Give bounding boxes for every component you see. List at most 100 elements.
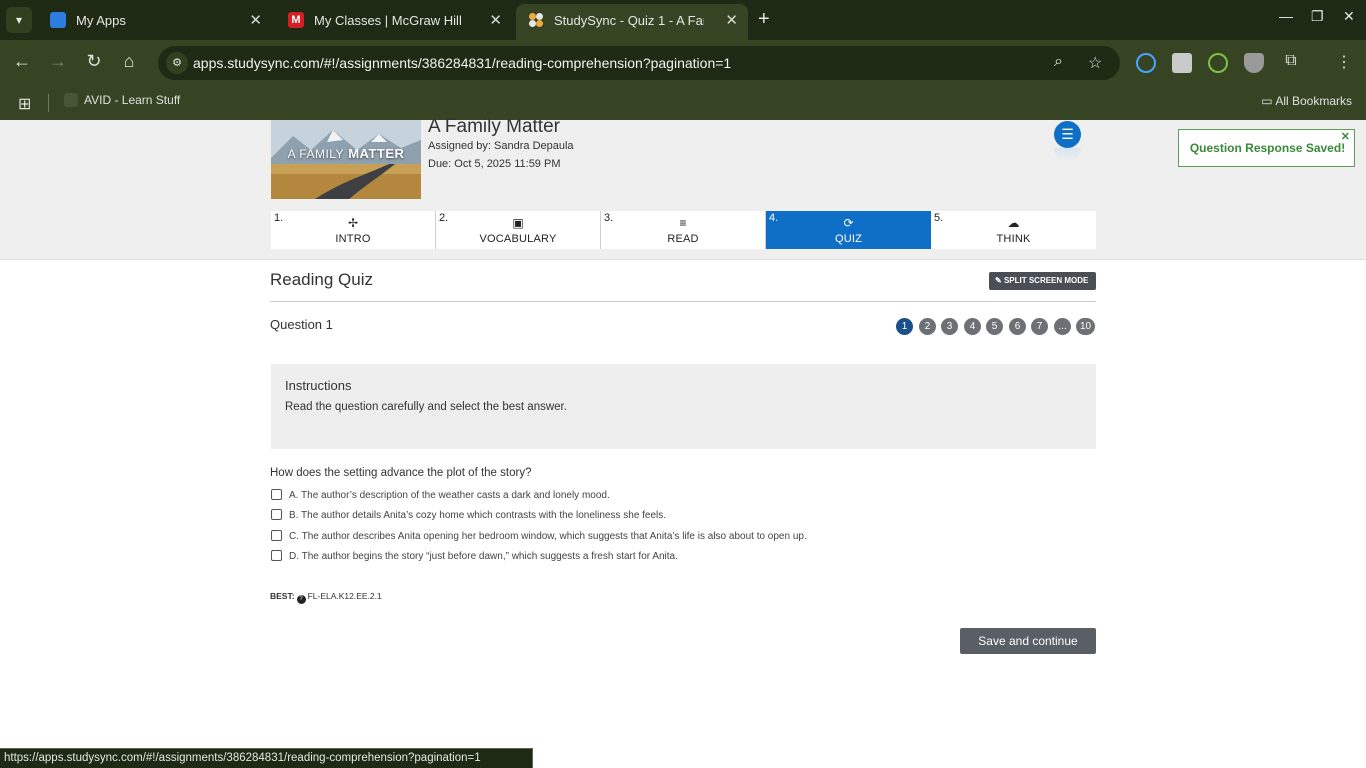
instructions-text: Read the question carefully and select t…	[285, 401, 567, 413]
question-page-2[interactable]: 2	[919, 318, 936, 335]
tab-studysync-quiz[interactable]: StudySync - Quiz 1 - A Family M ✕	[516, 4, 748, 40]
tab-my-apps[interactable]: My Apps ✕	[38, 4, 272, 40]
tab-title: My Classes | McGraw Hill	[314, 13, 462, 28]
browser-nav-bar: ← → ↻ ⌂ ⚙ apps.studysync.com/#!/assignme…	[0, 40, 1366, 86]
checkbox[interactable]	[271, 509, 282, 520]
printer-extension-icon[interactable]	[1172, 53, 1192, 73]
step-think[interactable]: 5. ☁ THINK	[931, 211, 1096, 249]
pencil-icon: ✎	[995, 276, 1004, 285]
step-intro[interactable]: 1. ✢ INTRO	[271, 211, 436, 249]
tab-title: StudySync - Quiz 1 - A Family M	[554, 13, 704, 28]
close-tab-icon[interactable]: ✕	[249, 11, 262, 29]
bookmarks-divider	[48, 94, 49, 112]
assignment-title: A Family Matter	[428, 116, 560, 137]
restore-icon[interactable]: ❐	[1311, 8, 1324, 25]
reload-icon[interactable]: ↻	[82, 51, 106, 72]
address-url[interactable]: apps.studysync.com/#!/assignments/386284…	[193, 55, 731, 71]
close-tab-icon[interactable]: ✕	[489, 11, 502, 29]
bookmark-favicon-icon	[64, 93, 78, 107]
response-saved-toast: Question Response Saved! ✕	[1178, 129, 1355, 167]
question-page-6[interactable]: 6	[1009, 318, 1026, 335]
apps-grid-icon[interactable]: ⊞	[18, 94, 31, 114]
assignment-steps: 1. ✢ INTRO 2. ▣ VOCABULARY 3. ≡ READ 4. …	[271, 211, 1096, 249]
choice-text: C. The author describes Anita opening he…	[289, 531, 807, 542]
question-page-10[interactable]: 10	[1076, 318, 1095, 335]
all-bookmarks[interactable]: ▭ All Bookmarks	[1261, 94, 1352, 108]
vpn-shield-extension-icon[interactable]	[1136, 53, 1156, 73]
bookmark-label: AVID - Learn Stuff	[84, 93, 181, 107]
answer-choice-c[interactable]: C. The author describes Anita opening he…	[271, 530, 807, 546]
address-bar[interactable]: ⚙ apps.studysync.com/#!/assignments/3862…	[158, 46, 1120, 80]
home-icon[interactable]: ⌂	[117, 51, 141, 72]
cover-title: A FAMILY MATTER	[287, 146, 405, 161]
question-page-7[interactable]: 7	[1031, 318, 1048, 335]
vocabulary-book-icon: ▣	[512, 216, 524, 230]
tab-search-chevron-icon[interactable]: ▾	[6, 7, 32, 33]
question-label: Question 1	[270, 317, 333, 332]
bookmark-star-icon[interactable]: ☆	[1088, 53, 1102, 73]
choice-text: B. The author details Anita’s cozy home …	[289, 510, 667, 521]
question-page-3[interactable]: 3	[941, 318, 958, 335]
title-divider	[270, 301, 1096, 302]
question-page-5[interactable]: 5	[986, 318, 1003, 335]
extensions-puzzle-icon[interactable]: ⧉	[1279, 52, 1303, 70]
save-and-continue-button[interactable]: Save and continue	[960, 628, 1096, 654]
split-screen-label: SPLIT SCREEN MODE	[1003, 276, 1089, 285]
lp-extension-icon[interactable]	[1208, 53, 1228, 73]
checkbox[interactable]	[271, 550, 282, 561]
step-read[interactable]: 3. ≡ READ	[601, 211, 766, 249]
question-page-more[interactable]: ...	[1054, 318, 1071, 335]
bookmark-avid[interactable]: AVID - Learn Stuff	[64, 93, 180, 107]
back-icon[interactable]: ←	[10, 51, 34, 72]
choice-text: D. The author begins the story “just bef…	[289, 551, 678, 562]
assigned-by: Assigned by: Sandra Depaula	[428, 140, 574, 152]
checkbox[interactable]	[271, 489, 282, 500]
answer-choice-d[interactable]: D. The author begins the story “just bef…	[271, 550, 678, 566]
new-tab-icon[interactable]: +	[758, 8, 770, 31]
browser-tab-bar: ▾ My Apps ✕ M My Classes | McGraw Hill ✕…	[0, 0, 1366, 40]
step-quiz[interactable]: 4. ⟳ QUIZ	[766, 211, 931, 249]
studysync-favicon-icon	[528, 12, 544, 28]
choice-text: A. The author’s description of the weath…	[289, 490, 610, 501]
step-label: THINK	[996, 233, 1031, 245]
step-vocabulary[interactable]: 2. ▣ VOCABULARY	[436, 211, 601, 249]
instructions-title: Instructions	[285, 378, 352, 393]
answer-choice-a[interactable]: A. The author’s description of the weath…	[271, 489, 610, 505]
question-mark-icon[interactable]: ?	[296, 595, 306, 604]
bookmarks-bar: ⊞ AVID - Learn Stuff ▭ All Bookmarks	[0, 86, 1366, 120]
assignment-menu-icon[interactable]: ☰	[1054, 121, 1081, 148]
forward-icon: →	[49, 51, 67, 71]
all-bookmarks-label: All Bookmarks	[1275, 94, 1352, 108]
zoom-icon[interactable]: ⌕	[1054, 53, 1063, 71]
step-label: QUIZ	[834, 233, 863, 245]
minimize-icon[interactable]: —	[1279, 8, 1293, 24]
step-label: VOCABULARY	[479, 233, 557, 245]
lines-icon: ≡	[679, 216, 687, 230]
shield-extension-icon[interactable]	[1244, 53, 1264, 73]
standard-tag: BEST:? FL-ELA.K12.EE.2.1	[270, 591, 382, 604]
status-bar-url: https://apps.studysync.com/#!/assignment…	[0, 748, 533, 768]
answer-choice-b[interactable]: B. The author details Anita’s cozy home …	[271, 509, 666, 525]
step-label: INTRO	[335, 233, 371, 245]
folder-icon: ▭	[1261, 94, 1276, 108]
toast-close-icon[interactable]: ✕	[1341, 130, 1350, 143]
close-window-icon[interactable]: ✕	[1343, 8, 1355, 25]
standard-label: BEST:	[270, 591, 295, 601]
question-page-1[interactable]: 1	[896, 318, 913, 335]
tab-title: My Apps	[76, 13, 126, 28]
instructions-panel: Instructions Read the question carefully…	[271, 364, 1096, 449]
close-tab-icon[interactable]: ✕	[725, 11, 738, 29]
site-info-icon[interactable]: ⚙	[166, 52, 188, 74]
page-title: Reading Quiz	[270, 270, 374, 289]
refresh-icon: ⟳	[843, 216, 854, 230]
browser-menu-icon[interactable]: ⋮	[1332, 52, 1356, 72]
split-screen-button[interactable]: ✎ SPLIT SCREEN MODE	[989, 272, 1096, 290]
question-page-4[interactable]: 4	[964, 318, 981, 335]
standard-code: FL-ELA.K12.EE.2.1	[307, 591, 382, 601]
pinwheel-icon: ✢	[347, 216, 359, 230]
checkbox[interactable]	[271, 530, 282, 541]
mcgraw-hill-favicon-icon: M	[288, 12, 304, 28]
due-date: Due: Oct 5, 2025 11:59 PM	[428, 158, 561, 170]
tab-mcgraw-hill[interactable]: M My Classes | McGraw Hill ✕	[276, 4, 512, 40]
step-label: READ	[667, 233, 699, 245]
